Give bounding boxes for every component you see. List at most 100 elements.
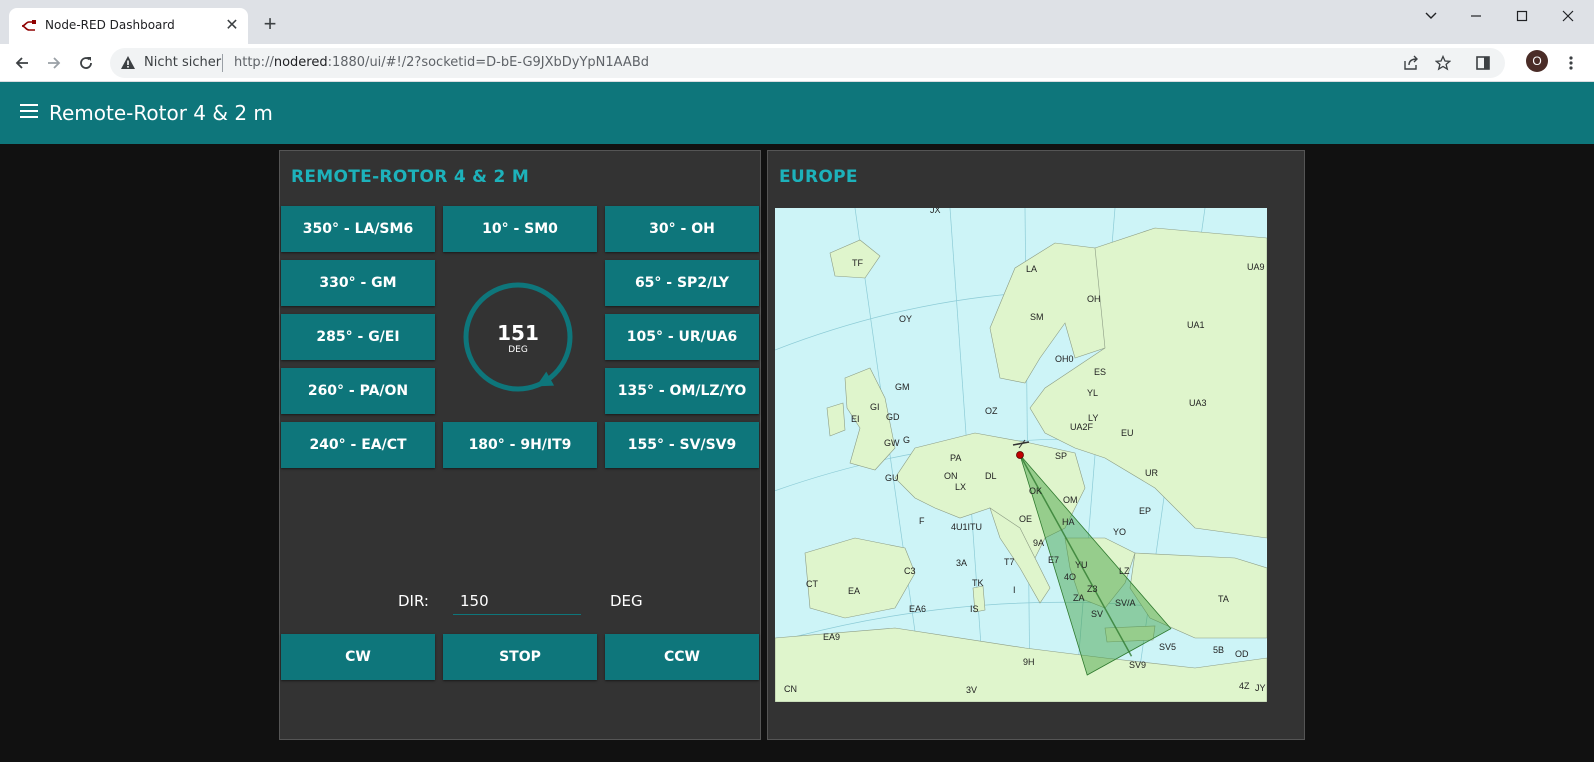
cw-button[interactable]: CW (281, 634, 435, 680)
preset-button-330[interactable]: 330° - GM (281, 260, 435, 306)
map-prefix-label: OK (1029, 486, 1042, 496)
map-prefix-label: TF (852, 258, 863, 268)
map-prefix-label: IS (970, 604, 979, 614)
map-prefix-label: 4U1ITU (951, 522, 982, 532)
map-prefix-label: OZ (985, 406, 998, 416)
map-prefix-label: GU (885, 473, 899, 483)
map-prefix-label: SV (1091, 609, 1103, 619)
maximize-icon[interactable] (1499, 0, 1545, 32)
map-prefix-label: 9H (1023, 657, 1035, 667)
map-prefix-label: GD (886, 412, 900, 422)
map-prefix-label: EA6 (909, 604, 926, 614)
map-prefix-label: E7 (1048, 555, 1059, 565)
close-tab-icon[interactable]: ✕ (222, 16, 242, 36)
map-prefix-label: YL (1087, 388, 1098, 398)
forward-icon[interactable] (41, 50, 67, 76)
map-prefix-label: JY (1255, 683, 1266, 693)
europe-map: JX TF LA UA9 OH OY SM UA1 OH0 ES GM GI GD EI GW G OZ YL UA… (775, 208, 1267, 702)
map-prefix-label: DL (985, 471, 997, 481)
dir-unit: DEG (610, 592, 643, 610)
dir-label: DIR: (398, 592, 429, 610)
map-prefix-label: I (1013, 585, 1016, 595)
map-prefix-label: GW (884, 438, 900, 448)
direction-input[interactable] (453, 587, 581, 615)
preset-button-240[interactable]: 240° - EA/CT (281, 422, 435, 468)
menu-dots-icon[interactable] (1558, 50, 1584, 76)
preset-button-350[interactable]: 350° - LA/SM6 (281, 206, 435, 252)
map-prefix-label: 9A (1033, 538, 1044, 548)
ccw-button[interactable]: CCW (605, 634, 759, 680)
stop-button[interactable]: STOP (443, 634, 597, 680)
node-red-icon (21, 20, 36, 31)
map-prefix-label: CT (806, 579, 818, 589)
map-prefix-label: 3V (966, 685, 977, 695)
map-prefix-label: G (903, 435, 910, 445)
address-bar[interactable]: Nicht sicher http://nodered:1880/ui/#!/2… (110, 48, 1505, 78)
map-prefix-label: UA2F (1070, 422, 1094, 432)
profile-avatar[interactable]: O (1526, 50, 1548, 72)
map-prefix-label: EA9 (823, 632, 840, 642)
hamburger-menu-icon[interactable] (20, 104, 38, 120)
map-prefix-label: 4O (1064, 572, 1076, 582)
map-prefix-label: TA (1218, 594, 1229, 604)
minimize-icon[interactable] (1453, 0, 1499, 32)
preset-button-155[interactable]: 155° - SV/SV9 (605, 422, 759, 468)
map-prefix-label: OY (899, 314, 912, 324)
map-prefix-label: 5B (1213, 645, 1224, 655)
map-prefix-label: SV9 (1129, 660, 1146, 670)
map-prefix-label: 4Z (1239, 681, 1250, 691)
map-prefix-label: LX (955, 482, 966, 492)
share-icon[interactable] (1398, 50, 1424, 76)
rotor-group-title: REMOTE-ROTOR 4 & 2 M (291, 167, 530, 187)
preset-button-135[interactable]: 135° - OM/LZ/YO (605, 368, 759, 414)
map-prefix-label: PA (950, 453, 961, 463)
map-prefix-label: SM (1030, 312, 1044, 322)
omnibox-separator (222, 54, 223, 72)
security-label[interactable]: Nicht sicher (144, 55, 221, 70)
map-prefix-label: UA1 (1187, 320, 1205, 330)
browser-toolbar: Nicht sicher http://nodered:1880/ui/#!/2… (0, 44, 1594, 82)
map-prefix-label: UA3 (1189, 398, 1207, 408)
back-icon[interactable] (9, 50, 35, 76)
map-prefix-label: TK (972, 578, 984, 588)
preset-button-10[interactable]: 10° - SM0 (443, 206, 597, 252)
map-prefix-label: OH0 (1055, 354, 1074, 364)
map-prefix-label: HA (1062, 517, 1075, 527)
map-prefix-label: T7 (1004, 557, 1015, 567)
preset-button-65[interactable]: 65° - SP2/LY (605, 260, 759, 306)
map-canvas: JX TF LA UA9 OH OY SM UA1 OH0 ES GM GI GD EI GW G OZ YL UA… (775, 208, 1267, 702)
tab-search-icon[interactable] (1408, 0, 1454, 32)
map-prefix-label: UR (1145, 468, 1158, 478)
map-prefix-label: YO (1113, 527, 1126, 537)
warning-icon (121, 56, 135, 69)
bookmark-star-icon[interactable] (1430, 50, 1456, 76)
map-prefix-label: SV5 (1159, 642, 1176, 652)
preset-button-285[interactable]: 285° - G/EI (281, 314, 435, 360)
map-prefix-label: GI (870, 402, 880, 412)
browser-tabstrip: Node-RED Dashboard ✕ + (0, 0, 1594, 44)
map-prefix-label: ZA (1073, 593, 1085, 603)
dashboard-header: Remote-Rotor 4 & 2 m (0, 82, 1594, 144)
map-prefix-label: JX (930, 208, 941, 215)
close-window-icon[interactable] (1545, 0, 1591, 32)
preset-button-260[interactable]: 260° - PA/ON (281, 368, 435, 414)
map-prefix-label: ES (1094, 367, 1106, 377)
new-tab-icon[interactable]: + (258, 12, 282, 36)
map-prefix-label: UA9 (1247, 262, 1265, 272)
map-prefix-label: OM (1063, 495, 1078, 505)
browser-tab[interactable]: Node-RED Dashboard ✕ (9, 8, 248, 44)
preset-button-30[interactable]: 30° - OH (605, 206, 759, 252)
map-prefix-label: EP (1139, 506, 1151, 516)
url-text[interactable]: http://nodered:1880/ui/#!/2?socketid=D-b… (234, 55, 649, 70)
tab-title: Node-RED Dashboard (45, 18, 175, 32)
preset-button-105[interactable]: 105° - UR/UA6 (605, 314, 759, 360)
side-panel-icon[interactable] (1470, 50, 1496, 76)
map-prefix-label: LA (1026, 264, 1037, 274)
map-prefix-label: Z3 (1087, 584, 1098, 594)
preset-button-180[interactable]: 180° - 9H/IT9 (443, 422, 597, 468)
map-prefix-label: EA (848, 586, 860, 596)
map-prefix-label: F (919, 516, 925, 526)
reload-icon[interactable] (73, 50, 99, 76)
europe-map-group: EUROPE JX TF LA UA9 OH OY SM UA1 OH0 ES … (767, 150, 1305, 740)
map-prefix-label: OD (1235, 649, 1249, 659)
